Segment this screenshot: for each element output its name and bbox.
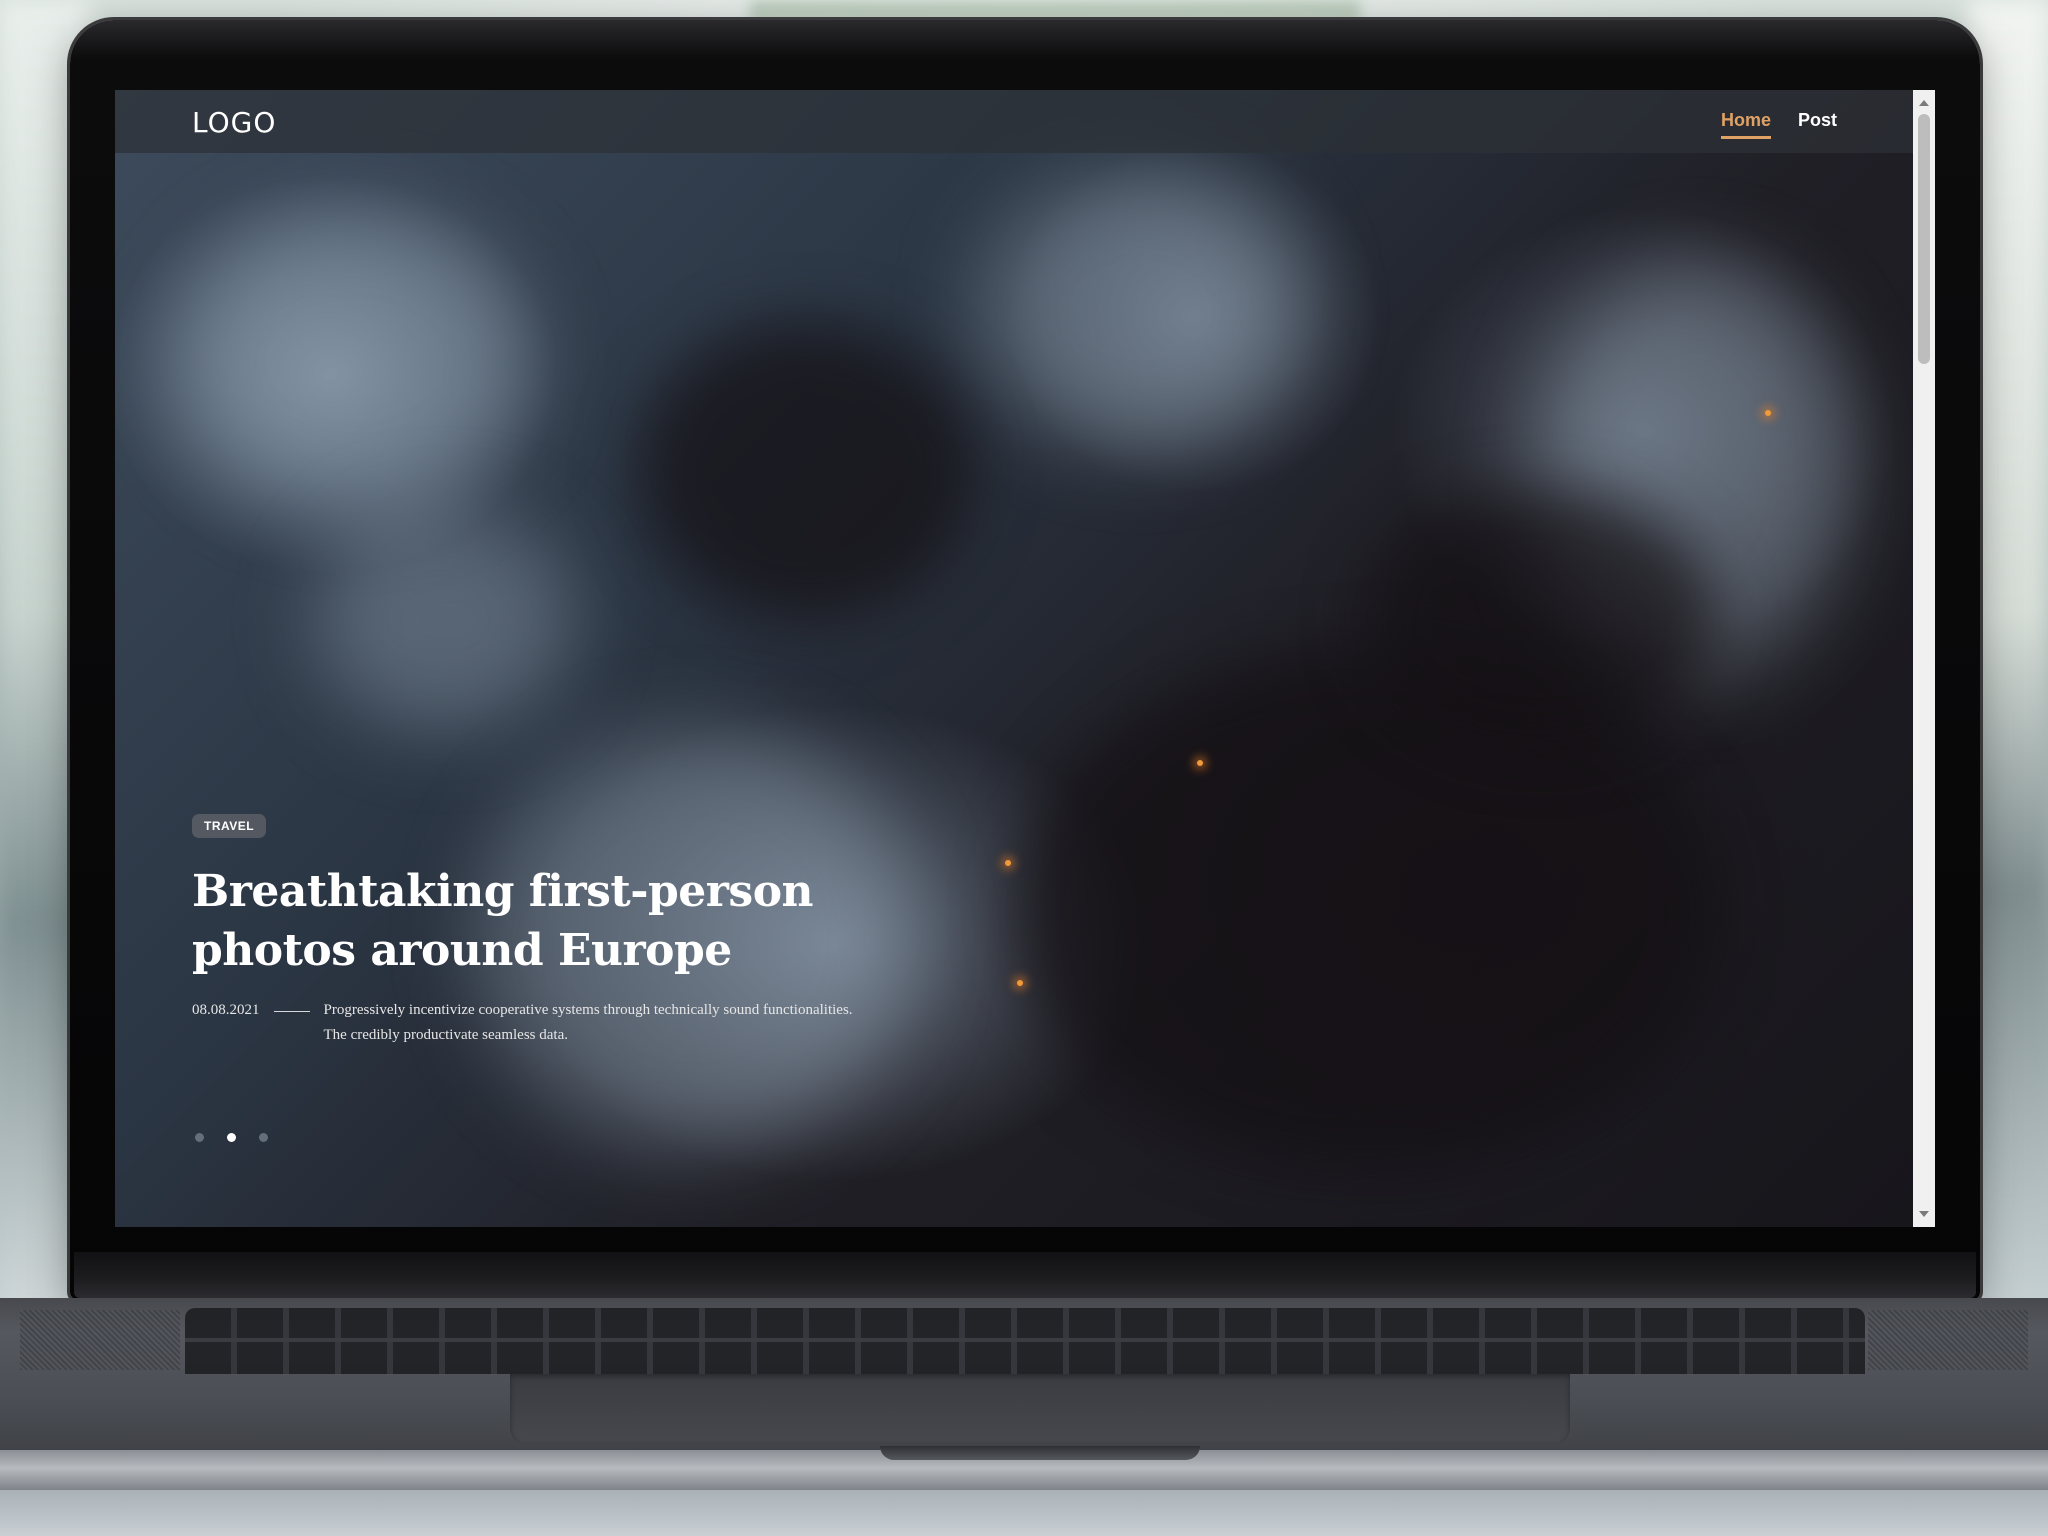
meta-divider	[273, 1011, 310, 1012]
speaker-grille-right	[1868, 1310, 2028, 1370]
smoke-cloud	[315, 510, 575, 730]
speaker-grille-left	[20, 1310, 180, 1370]
ember	[1765, 410, 1771, 416]
ember	[1005, 860, 1011, 866]
laptop-bezel-bottom	[74, 1252, 1976, 1298]
dark-forest	[1365, 490, 1715, 750]
post-date: 08.08.2021	[192, 1002, 260, 1018]
slider-dot-1[interactable]	[195, 1133, 204, 1142]
top-navbar: LOGO Home Post	[115, 90, 1913, 153]
nav-home-link[interactable]: Home	[1721, 110, 1772, 139]
smoke-cloud	[175, 210, 535, 510]
hero-slide: LOGO Home Post TRAVEL Breathtaking first…	[115, 90, 1913, 1227]
laptop-screen: LOGO Home Post TRAVEL Breathtaking first…	[115, 90, 1935, 1227]
ember	[1017, 980, 1023, 986]
post-description: Progressively incentivize cooperative sy…	[323, 1002, 853, 1043]
scrollbar-thumb[interactable]	[1918, 114, 1930, 364]
smoke-cloud	[975, 170, 1305, 450]
keyboard-row	[185, 1338, 1865, 1342]
post-meta: 08.08.2021 Progressively incentivize coo…	[192, 1002, 864, 1048]
category-badge[interactable]: TRAVEL	[192, 814, 267, 838]
site-logo[interactable]: LOGO	[192, 106, 276, 139]
table-surface	[0, 1490, 2048, 1536]
slider-dot-3[interactable]	[259, 1133, 268, 1142]
scroll-up-arrow-icon[interactable]	[1919, 100, 1929, 106]
scroll-down-arrow-icon[interactable]	[1919, 1211, 1929, 1217]
trackpad	[510, 1374, 1570, 1444]
nav-post-link[interactable]: Post	[1798, 110, 1837, 131]
background-window	[750, 0, 1360, 22]
ember	[1197, 760, 1203, 766]
hero-title[interactable]: Breathtaking first-person photos around …	[192, 862, 892, 980]
slider-dots	[195, 1133, 268, 1142]
laptop-lid-notch	[880, 1446, 1200, 1460]
dark-forest	[635, 320, 975, 620]
vertical-scrollbar[interactable]	[1913, 90, 1935, 1227]
slider-dot-2[interactable]	[227, 1133, 236, 1142]
